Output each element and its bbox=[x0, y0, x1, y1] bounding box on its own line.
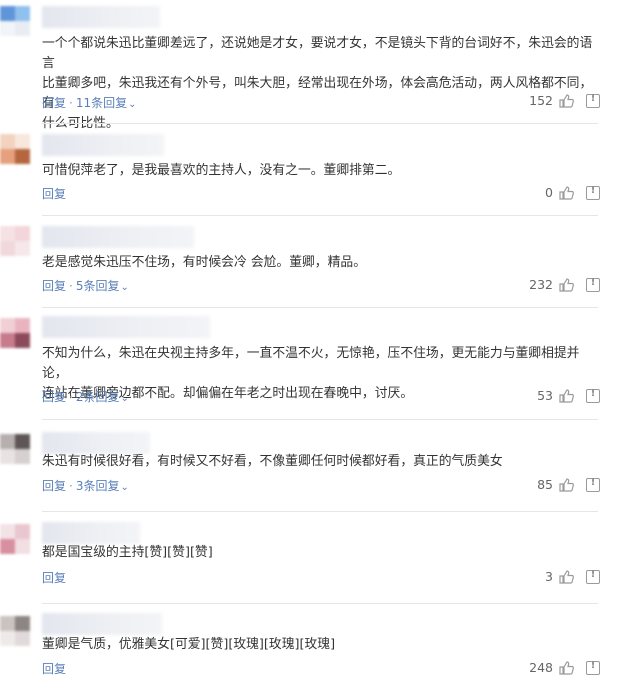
report-icon[interactable] bbox=[586, 477, 600, 492]
thumbs-up-icon[interactable] bbox=[559, 277, 574, 292]
like-area: 53 bbox=[537, 388, 600, 403]
comment-actions: 回复 · 2条回复⌄ bbox=[42, 388, 129, 405]
thumbs-up-icon[interactable] bbox=[559, 185, 574, 200]
reply-button[interactable]: 回复 bbox=[42, 277, 66, 294]
replies-count: 5条回复 bbox=[75, 279, 120, 293]
replies-count: 11条回复 bbox=[75, 96, 128, 110]
like-count: 152 bbox=[529, 93, 553, 108]
comment-actions: 回复 · 11条回复⌄ bbox=[42, 94, 137, 111]
separator: · bbox=[69, 478, 73, 493]
comment-actions: 回复 · 3条回复⌄ bbox=[42, 477, 129, 494]
report-icon[interactable] bbox=[586, 388, 600, 403]
report-icon[interactable] bbox=[586, 660, 600, 675]
like-count: 0 bbox=[545, 185, 553, 200]
avatar[interactable] bbox=[0, 318, 30, 348]
username-blurred[interactable] bbox=[42, 613, 162, 635]
comment-text: 都是国宝级的主持[赞][赞][赞] bbox=[42, 545, 213, 560]
comment-item: 可惜倪萍老了，是我最喜欢的主持人，没有之一。董卿排第二。 回复 0 bbox=[0, 124, 624, 216]
like-count: 3 bbox=[545, 569, 553, 584]
chevron-down-icon: ⌄ bbox=[120, 282, 129, 293]
like-area: 248 bbox=[529, 660, 600, 675]
comment-text: 董卿是气质，优雅美女[可爱][赞][玫瑰][玫瑰][玫瑰] bbox=[42, 637, 336, 652]
like-count: 53 bbox=[537, 388, 553, 403]
comment-item: 朱迅有时候很好看，有时候又不好看，不像董卿任何时候都好看，真正的气质美女 回复 … bbox=[0, 420, 624, 512]
reply-button[interactable]: 回复 bbox=[42, 185, 66, 202]
avatar[interactable] bbox=[0, 6, 30, 36]
comment-item: 老是感觉朱迅压不住场，有时候会冷 会尬。董卿，精品。 回复 · 5条回复⌄ 23… bbox=[0, 216, 624, 308]
comment-item: 一个个都说朱迅比董卿差远了，还说她是才女，要说才女，不是镜头下背的台词好不，朱迅… bbox=[0, 0, 624, 131]
username-blurred[interactable] bbox=[42, 134, 164, 156]
comment-text: 朱迅有时候很好看，有时候又不好看，不像董卿任何时候都好看，真正的气质美女 bbox=[42, 454, 503, 469]
reply-button[interactable]: 回复 bbox=[42, 569, 66, 586]
like-count: 85 bbox=[537, 477, 553, 492]
username-blurred[interactable] bbox=[42, 432, 150, 454]
chevron-down-icon: ⌄ bbox=[120, 393, 129, 404]
comment-item: 不知为什么，朱迅在央视主持多年，一直不温不火，无惊艳，压不住场，更无能力与董卿相… bbox=[0, 308, 624, 420]
report-icon[interactable] bbox=[586, 277, 600, 292]
avatar[interactable] bbox=[0, 524, 30, 554]
avatar[interactable] bbox=[0, 434, 30, 464]
avatar[interactable] bbox=[0, 616, 30, 646]
like-area: 3 bbox=[545, 569, 600, 584]
chevron-down-icon: ⌄ bbox=[128, 99, 137, 110]
thumbs-up-icon[interactable] bbox=[559, 477, 574, 492]
comment-list: 一个个都说朱迅比董卿差远了，还说她是才女，要说才女，不是镜头下背的台词好不，朱迅… bbox=[0, 0, 624, 689]
replies-count: 2条回复 bbox=[75, 390, 120, 404]
separator: · bbox=[69, 278, 73, 293]
report-icon[interactable] bbox=[586, 569, 600, 584]
comment-actions: 回复 bbox=[42, 185, 66, 202]
separator: · bbox=[69, 95, 73, 110]
comment-actions: 回复 bbox=[42, 660, 66, 677]
separator: · bbox=[69, 389, 73, 404]
username-blurred[interactable] bbox=[42, 6, 160, 28]
avatar[interactable] bbox=[0, 226, 30, 256]
reply-button[interactable]: 回复 bbox=[42, 660, 66, 677]
avatar[interactable] bbox=[0, 134, 30, 164]
thumbs-up-icon[interactable] bbox=[559, 93, 574, 108]
report-icon[interactable] bbox=[586, 185, 600, 200]
username-blurred[interactable] bbox=[42, 316, 210, 338]
comment-text: 可惜倪萍老了，是我最喜欢的主持人，没有之一。董卿排第二。 bbox=[42, 163, 401, 178]
comment-item: 都是国宝级的主持[赞][赞][赞] 回复 3 bbox=[0, 512, 624, 604]
username-blurred[interactable] bbox=[42, 226, 194, 248]
comment-actions: 回复 bbox=[42, 569, 66, 586]
like-count: 248 bbox=[529, 660, 553, 675]
like-area: 85 bbox=[537, 477, 600, 492]
comment-text: 一个个都说朱迅比董卿差远了，还说她是才女，要说才女，不是镜头下背的台词好不，朱迅… bbox=[42, 36, 593, 131]
thumbs-up-icon[interactable] bbox=[559, 388, 574, 403]
like-count: 232 bbox=[529, 277, 553, 292]
comment-text: 老是感觉朱迅压不住场，有时候会冷 会尬。董卿，精品。 bbox=[42, 255, 366, 270]
report-icon[interactable] bbox=[586, 93, 600, 108]
like-area: 0 bbox=[545, 185, 600, 200]
username-blurred[interactable] bbox=[42, 522, 140, 544]
comment-item: 董卿是气质，优雅美女[可爱][赞][玫瑰][玫瑰][玫瑰] 回复 248 bbox=[0, 604, 624, 689]
like-area: 152 bbox=[529, 93, 600, 108]
reply-button[interactable]: 回复 bbox=[42, 477, 66, 494]
view-replies-link[interactable]: 3条回复⌄ bbox=[76, 477, 129, 494]
like-area: 232 bbox=[529, 277, 600, 292]
thumbs-up-icon[interactable] bbox=[559, 660, 574, 675]
reply-button[interactable]: 回复 bbox=[42, 388, 66, 405]
reply-button[interactable]: 回复 bbox=[42, 94, 66, 111]
view-replies-link[interactable]: 5条回复⌄ bbox=[76, 277, 129, 294]
view-replies-link[interactable]: 2条回复⌄ bbox=[76, 388, 129, 405]
thumbs-up-icon[interactable] bbox=[559, 569, 574, 584]
view-replies-link[interactable]: 11条回复⌄ bbox=[76, 94, 137, 111]
chevron-down-icon: ⌄ bbox=[120, 482, 129, 493]
replies-count: 3条回复 bbox=[75, 479, 120, 493]
comment-actions: 回复 · 5条回复⌄ bbox=[42, 277, 129, 294]
